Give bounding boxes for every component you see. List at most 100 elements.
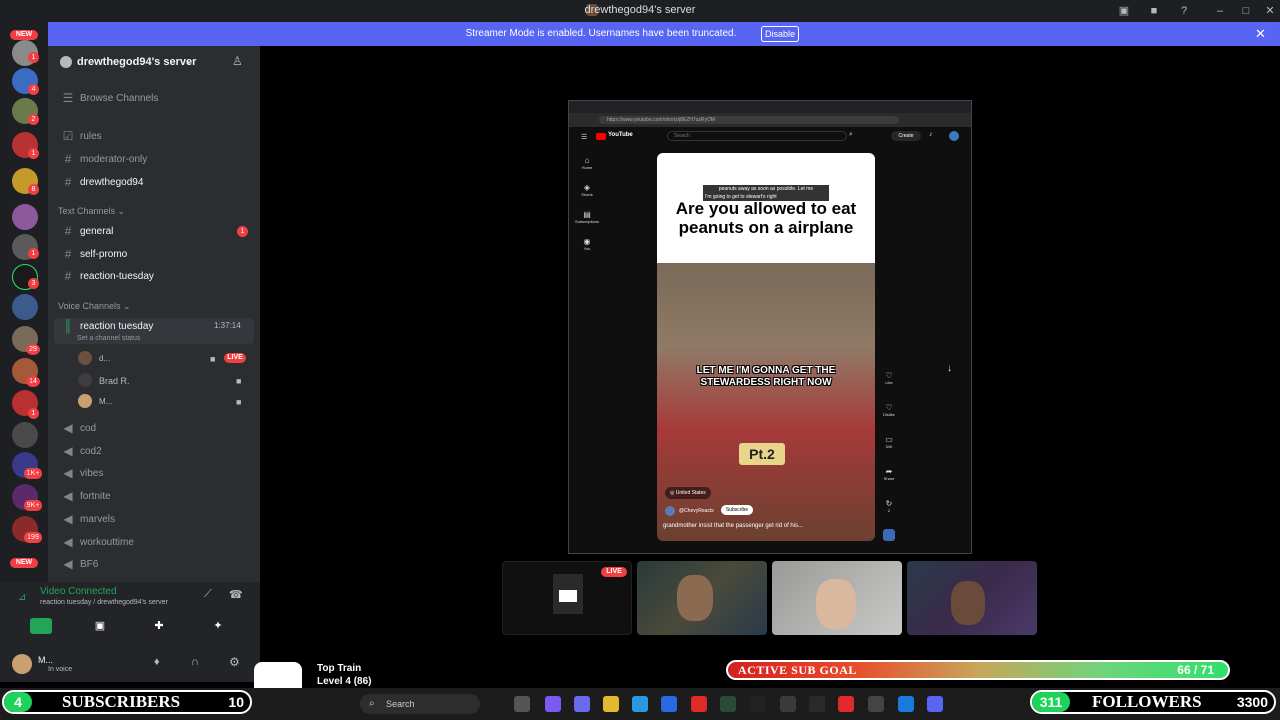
obs-icon[interactable] (780, 696, 796, 712)
screen-share-stream[interactable]: https://www.youtube.com/shorts/j8EZH7uzR… (568, 100, 972, 554)
screen-share-icon[interactable]: ▣ (89, 618, 111, 634)
microphone-icon[interactable]: ♦ (154, 656, 160, 668)
voice-channel-cod2[interactable]: ◀ cod2 (60, 442, 101, 460)
disconnect-icon[interactable]: ☎ (229, 588, 243, 601)
text-category[interactable]: Text Channels ⌄ (58, 206, 125, 217)
settings-gear-icon[interactable]: ⚙ (229, 655, 240, 669)
like-button[interactable]: ♡ Like (881, 371, 897, 385)
next-video-icon[interactable]: ↓ (947, 363, 952, 374)
voice-channel-bf6[interactable]: ◀ BF6 (60, 555, 98, 573)
activities-icon[interactable]: ✚ (148, 618, 170, 634)
minimize-icon[interactable]: – (1212, 3, 1228, 19)
browse-channels[interactable]: ☰ Browse Channels (60, 89, 159, 107)
teams-icon[interactable] (574, 696, 590, 712)
camera-tile-2[interactable] (772, 561, 902, 635)
close-banner-icon[interactable]: ✕ (1255, 26, 1266, 42)
noise-suppression-icon[interactable]: ⟋ (204, 588, 212, 601)
server-icon-13[interactable] (12, 422, 38, 448)
menu-icon[interactable]: ☰ (581, 133, 587, 141)
youtube-search-input[interactable]: Search (667, 131, 847, 141)
stream-tile-screenshare[interactable]: LIVE (502, 561, 632, 635)
soundboard-icon[interactable]: ✦ (207, 618, 229, 634)
voice-member-name[interactable]: d... (99, 354, 110, 363)
url-field[interactable]: https://www.youtube.com/shorts/j8EZH7uzR… (599, 116, 899, 124)
file-explorer-icon[interactable] (603, 696, 619, 712)
connection-status[interactable]: Video Connected (40, 586, 117, 597)
location-chip[interactable]: ◎ United States (665, 487, 711, 499)
sound-thumb[interactable] (883, 529, 895, 541)
headphones-icon[interactable]: ∩ (191, 656, 199, 668)
shorts-video[interactable]: ❚❚ ◀ ▭ ⋮ ⤢ peanuts away as soon as possi… (657, 153, 875, 541)
voice-channel-fortnite[interactable]: ◀ fortnite (60, 487, 110, 505)
xbox-icon[interactable] (720, 696, 736, 712)
close-window-icon[interactable]: ✕ (1262, 3, 1278, 19)
avatar[interactable] (12, 654, 32, 674)
updates-icon[interactable]: ■ (1146, 3, 1162, 19)
voice-member-name[interactable]: M... (99, 397, 112, 406)
server-icon-9[interactable] (12, 294, 38, 320)
fullscreen-icon[interactable]: ⤢ (859, 161, 865, 171)
voice-member-name[interactable]: Brad R. (99, 376, 130, 386)
more-icon[interactable]: ⋮ (843, 161, 851, 170)
video-icon (559, 590, 577, 602)
taskbar-search[interactable]: Search (360, 694, 480, 714)
channel-handle[interactable]: @ChevyReacts (679, 508, 714, 514)
voice-channel-workouttime[interactable]: ◀ workouttime (60, 533, 134, 551)
volume-icon[interactable]: ◀ (687, 161, 694, 172)
channel-moderator-only[interactable]: # moderator-only (60, 150, 148, 168)
nav-shorts[interactable]: ◈ Shorts (575, 183, 599, 210)
captions-icon[interactable]: ▭ (823, 161, 831, 170)
app-icon[interactable] (898, 696, 914, 712)
chevron-down-icon[interactable]: ⌄ (184, 54, 193, 67)
nav-home[interactable]: ⌂ Home (575, 156, 599, 183)
youtube-app-icon[interactable] (691, 696, 707, 712)
voice-channel-vibes[interactable]: ◀ vibes (60, 464, 103, 482)
app-icon[interactable] (838, 696, 854, 712)
channel-status[interactable]: Set a channel status (77, 335, 140, 342)
app-icon[interactable] (809, 696, 825, 712)
copilot-icon[interactable] (545, 696, 561, 712)
subscribers-label: SUBSCRIBERS (62, 692, 181, 711)
channel-reaction-tuesday[interactable]: # reaction-tuesday (60, 267, 154, 285)
subscribe-button[interactable]: Subscribe (721, 505, 753, 515)
add-member-icon[interactable]: ♙ (232, 54, 243, 68)
pause-icon[interactable]: ❚❚ (667, 161, 682, 172)
app-icon[interactable] (868, 696, 884, 712)
camera-tile-3[interactable] (907, 561, 1037, 635)
store-icon[interactable] (661, 696, 677, 712)
edge-icon[interactable] (632, 696, 648, 712)
channel-drewthegod94[interactable]: # drewthegod94 (60, 173, 144, 191)
search-icon[interactable]: ⌕ (849, 131, 853, 139)
channel-avatar[interactable] (665, 506, 675, 516)
camera-button[interactable] (30, 618, 52, 634)
nav-you[interactable]: ◉ You (575, 237, 599, 264)
notification-bell-icon[interactable]: ♪ (929, 131, 933, 138)
comments-button[interactable]: ▭ 34K (881, 435, 897, 449)
server-icon-6[interactable] (12, 204, 38, 230)
guild-badge: 1K+ (24, 468, 42, 479)
voice-channel-cod[interactable]: ◀ cod (60, 419, 96, 437)
voice-category[interactable]: Voice Channels ⌄ (58, 301, 131, 312)
nav-subscriptions[interactable]: ▤ Subscriptions (575, 210, 599, 237)
share-button[interactable]: ➦ Share (881, 467, 897, 481)
task-view-icon[interactable] (514, 696, 530, 712)
server-name[interactable]: drewthegod94's server (77, 56, 196, 68)
channel-rules[interactable]: ☑ rules (60, 127, 102, 145)
help-icon[interactable]: ? (1176, 3, 1192, 19)
channel-self-promo[interactable]: # self-promo (60, 245, 128, 263)
camera-tile-1[interactable] (637, 561, 767, 635)
rules-icon: ☑ (62, 129, 74, 143)
account-avatar[interactable] (949, 131, 959, 141)
create-button[interactable]: Create (891, 131, 921, 141)
maximize-icon[interactable]: □ (1238, 3, 1254, 19)
disable-streamer-mode-button[interactable]: Disable (761, 26, 799, 42)
discord-app-icon[interactable] (927, 696, 943, 712)
voice-channel-marvels[interactable]: ◀ marvels (60, 510, 115, 528)
remix-button[interactable]: ↻ 2 (881, 499, 897, 513)
dislike-button[interactable]: ♡ Dislike (881, 403, 897, 417)
channel-general[interactable]: # general (60, 222, 114, 240)
youtube-logo-icon[interactable] (596, 133, 606, 140)
voice-reaction-tuesday[interactable]: ║ reaction tuesday (60, 317, 154, 335)
tiktok-icon[interactable] (750, 696, 766, 712)
inbox-icon[interactable]: ▣ (1116, 3, 1132, 19)
